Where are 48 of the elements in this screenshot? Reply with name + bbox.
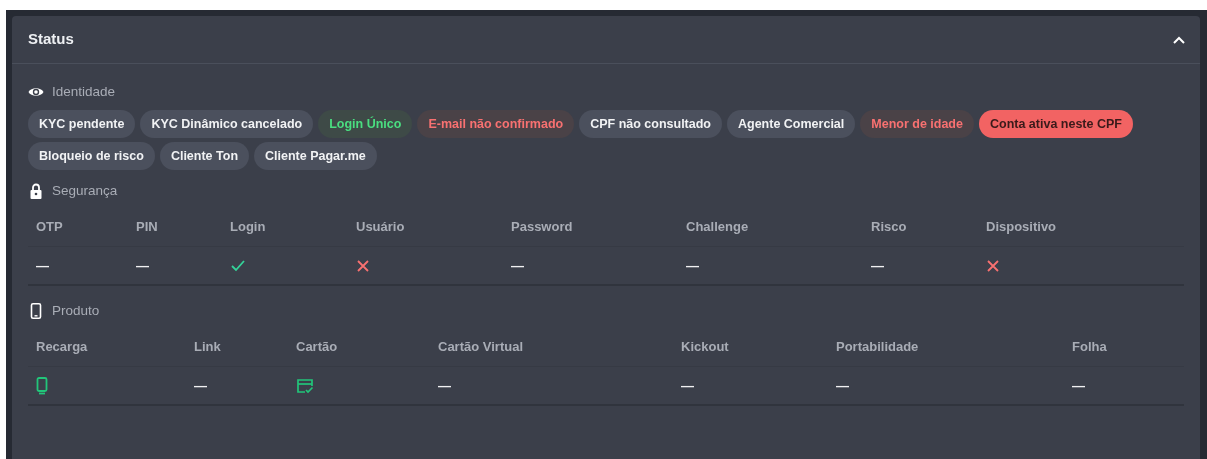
status-tag: Login Único <box>318 110 413 138</box>
column-header: Dispositivo <box>985 218 1058 237</box>
table-cell: — <box>678 246 863 284</box>
column-header: Login <box>229 218 267 237</box>
collapse-icon[interactable] <box>1172 34 1186 45</box>
column-header: Password <box>510 218 574 237</box>
status-tag: KYC pendente <box>28 110 136 138</box>
phone-icon <box>28 303 44 319</box>
status-tag: Agente Comercial <box>727 110 856 138</box>
table-cell: — <box>28 246 128 284</box>
column-header: Risco <box>870 218 908 237</box>
column-header: Cartão Virtual <box>437 338 524 357</box>
column-header: Kickout <box>680 338 730 357</box>
table-cell: — <box>186 366 288 404</box>
column-header: OTP <box>35 218 64 237</box>
section-label: Produto <box>52 301 100 320</box>
table-cell: — <box>673 366 828 404</box>
status-tag: Cliente Ton <box>159 142 250 170</box>
panel-title: Status <box>28 29 74 50</box>
status-tag: Bloqueio de risco <box>28 142 155 170</box>
cross-icon <box>356 258 370 273</box>
lock-icon <box>28 183 44 199</box>
table-cell: — <box>1064 366 1184 404</box>
table-cell: — <box>863 246 978 284</box>
table-cell: — <box>128 246 222 284</box>
section-label: Identidade <box>52 82 116 101</box>
phone-icon <box>36 376 48 395</box>
status-tag: CPF não consultado <box>579 110 722 138</box>
column-header: PIN <box>135 218 159 237</box>
column-header: Recarga <box>35 338 89 357</box>
status-tag: Cliente Pagar.me <box>254 142 377 170</box>
status-tag: KYC Dinâmico cancelado <box>140 110 314 138</box>
column-header: Link <box>193 338 222 357</box>
column-header: Portabilidade <box>835 338 920 357</box>
table-cell: — <box>828 366 1064 404</box>
column-header: Usuário <box>355 218 406 237</box>
section-label: Segurança <box>52 181 118 200</box>
status-tag: Menor de idade <box>860 110 974 138</box>
column-header: Folha <box>1071 338 1108 357</box>
column-header: Challenge <box>685 218 750 237</box>
status-tag: E-mail não confirmado <box>417 110 575 138</box>
table-cell: — <box>430 366 673 404</box>
table-cell: — <box>503 246 678 284</box>
check-icon <box>230 258 246 273</box>
status-tag: Conta ativa neste CPF <box>978 110 1133 138</box>
column-header: Cartão <box>295 338 339 357</box>
cross-icon <box>986 258 1000 273</box>
card-check-icon <box>296 377 314 394</box>
